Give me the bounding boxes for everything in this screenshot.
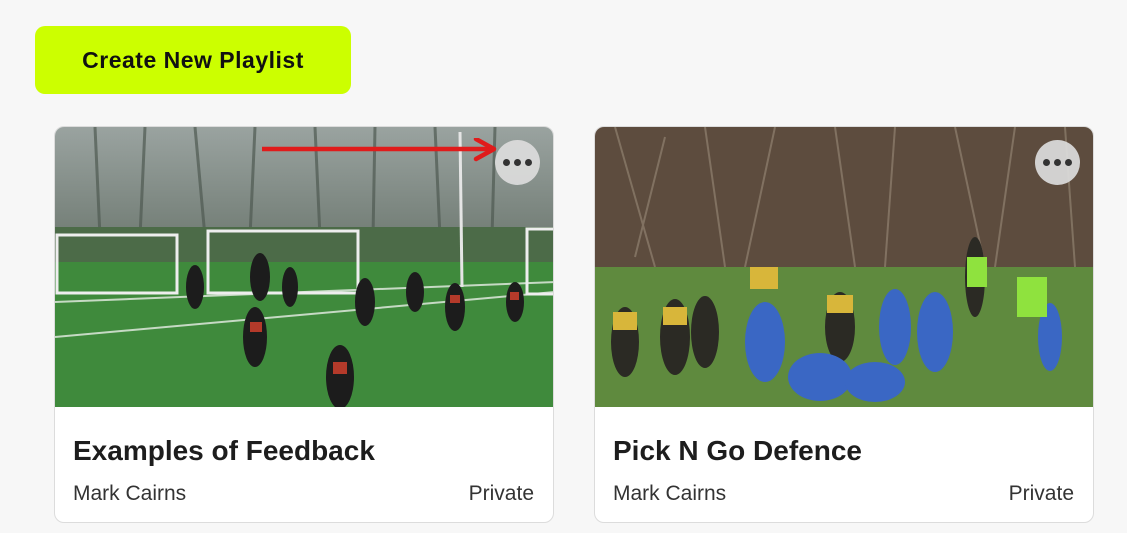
more-options-button[interactable] bbox=[1035, 140, 1080, 185]
playlist-card[interactable]: Examples of Feedback Mark Cairns Private bbox=[54, 126, 554, 523]
playlists-page: Create New Playlist Examples of Feedback… bbox=[0, 0, 1127, 533]
playlist-thumbnail[interactable] bbox=[55, 127, 553, 407]
create-new-playlist-button[interactable]: Create New Playlist bbox=[35, 26, 351, 94]
playlist-privacy: Private bbox=[1008, 482, 1074, 505]
playlist-privacy: Private bbox=[468, 482, 534, 505]
playlist-author: Mark Cairns bbox=[613, 482, 727, 505]
playlist-author: Mark Cairns bbox=[73, 482, 187, 505]
red-arrow-icon bbox=[262, 138, 497, 162]
playlist-title[interactable]: Pick N Go Defence bbox=[613, 435, 862, 467]
more-horizontal-icon bbox=[1043, 159, 1050, 166]
playlist-card[interactable]: Pick N Go Defence Mark Cairns Private bbox=[594, 126, 1094, 523]
playlist-title[interactable]: Examples of Feedback bbox=[73, 435, 375, 467]
playlist-thumbnail[interactable] bbox=[595, 127, 1093, 407]
